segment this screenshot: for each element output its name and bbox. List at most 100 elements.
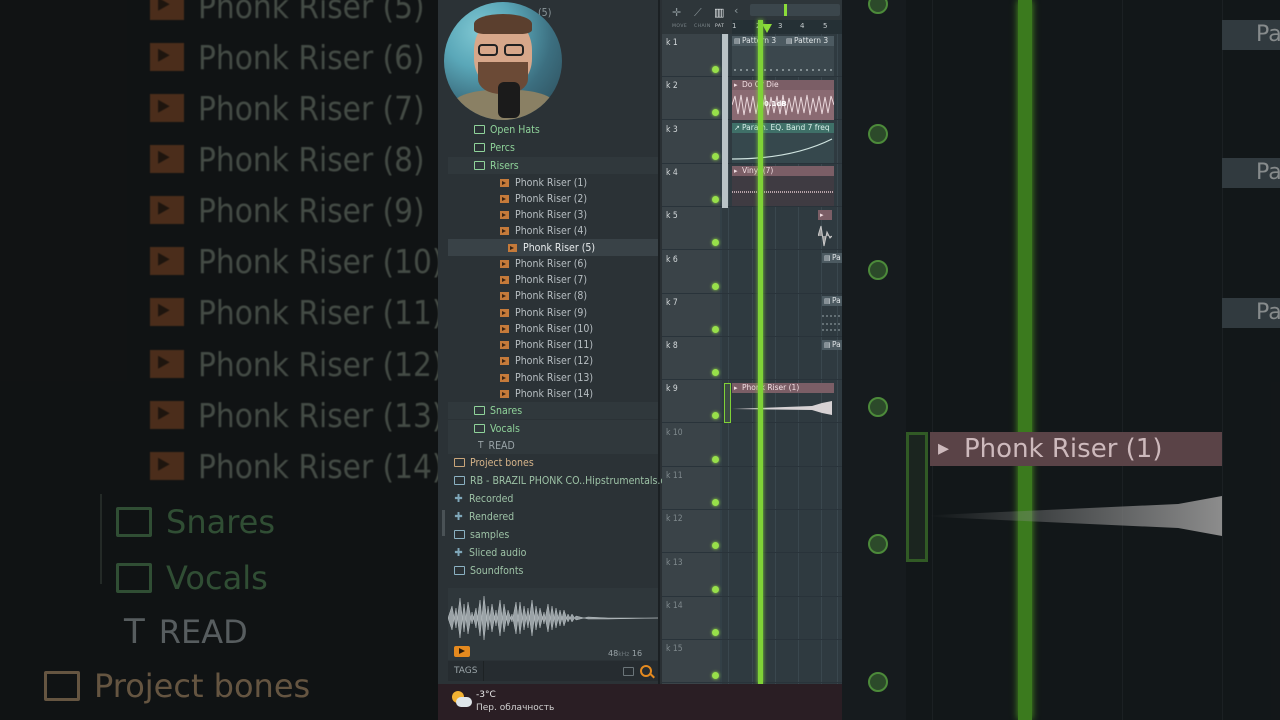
audio-clip-header[interactable]	[818, 210, 832, 220]
riser-file-12[interactable]: Phonk Riser (12)	[448, 352, 658, 369]
track-mute-led[interactable]	[712, 152, 719, 160]
riser-file-5-selected[interactable]: Phonk Riser (5)	[448, 239, 658, 256]
pattern-clip-header[interactable]: Pa	[822, 253, 842, 263]
track-mute-led[interactable]	[712, 455, 719, 463]
folder-snares[interactable]: Snares	[448, 402, 658, 419]
pattern-clip-body[interactable]	[732, 46, 834, 76]
track-mute-led[interactable]	[712, 239, 719, 247]
riser-file-1[interactable]: Phonk Riser (1)	[448, 174, 658, 191]
audio-clip-header[interactable]: Vinyl (7)	[732, 166, 834, 176]
track-mute-led[interactable]	[712, 282, 719, 290]
riser-file-4[interactable]: Phonk Riser (4)	[448, 222, 658, 239]
riser-file-10[interactable]: Phonk Riser (10)	[448, 320, 658, 337]
track-mute-led[interactable]	[712, 412, 719, 420]
pattern-clip-header[interactable]: Pattern 3	[784, 36, 834, 46]
riser-file-8[interactable]: Phonk Riser (8)	[448, 287, 658, 304]
track-lane[interactable]: k 14	[662, 597, 842, 640]
track-mute-led[interactable]	[712, 195, 719, 203]
folder-risers[interactable]: Risers	[448, 157, 658, 174]
pattern-clip-header[interactable]: Pa	[822, 340, 842, 350]
folder-icon[interactable]	[623, 666, 634, 676]
timeline-ruler[interactable]: 1 2 3 4 5	[732, 20, 842, 34]
automation-clip-header[interactable]: Param. EQ. Band 7 freq	[732, 123, 834, 133]
browser-project-bones[interactable]: Project bones	[448, 454, 658, 471]
riser-file-3[interactable]: Phonk Riser (3)	[448, 206, 658, 223]
track-mute-led[interactable]	[712, 109, 719, 117]
search-icon[interactable]	[640, 665, 652, 677]
folder-label: Snares	[490, 404, 523, 417]
track-name: k 10	[666, 427, 683, 438]
riser-file-13[interactable]: Phonk Riser (13)	[448, 369, 658, 386]
track-lane[interactable]: k 13	[662, 554, 842, 597]
tags-label: TAGS	[448, 661, 485, 681]
browser-recorded[interactable]: ✚ Recorded	[448, 490, 658, 507]
browser-soundfonts[interactable]: Soundfonts	[448, 562, 658, 579]
track-mute-led[interactable]	[712, 66, 719, 73]
browser-rendered[interactable]: ✚ Rendered	[448, 508, 658, 525]
track-mute-led[interactable]	[712, 369, 719, 377]
readme-file[interactable]: T READ	[448, 437, 658, 454]
riser-clip-header[interactable]: Phonk Riser (1)	[732, 383, 834, 393]
track-mute-led[interactable]	[712, 585, 719, 593]
automation-curve	[731, 138, 833, 160]
selection-marker	[722, 34, 728, 208]
browser-scrollbar[interactable]	[442, 510, 445, 536]
file-label: Phonk Riser (4)	[515, 224, 588, 237]
horizontal-scrollbar[interactable]	[750, 4, 840, 16]
file-label: Phonk Riser (9)	[515, 306, 588, 319]
chevron-left-icon[interactable]: ‹	[734, 4, 738, 17]
track-name: k 1	[666, 38, 678, 48]
audio-clip-header[interactable]: Do Or Die	[732, 80, 834, 90]
folder-open-hats[interactable]: Open Hats	[448, 121, 658, 138]
browser-samples[interactable]: samples	[448, 526, 658, 543]
track-name: k 11	[666, 471, 683, 481]
automation-clip-body[interactable]	[731, 133, 834, 163]
riser-file-14[interactable]: Phonk Riser (14)	[448, 385, 658, 402]
browser-brazil-phonk[interactable]: RB - BRAZIL PHONK CO..Hipstrumentals.com…	[448, 472, 684, 489]
track-lane[interactable]: k 8	[662, 337, 842, 381]
audio-clip-body[interactable]	[817, 220, 833, 250]
track-lane[interactable]: k 10	[662, 424, 842, 467]
riser-file-7[interactable]: Phonk Riser (7)	[448, 271, 658, 288]
clip-label: Phonk Riser (1)	[742, 383, 800, 392]
riser-file-6[interactable]: Phonk Riser (6)	[448, 255, 658, 272]
top-folder-label: samples	[470, 528, 510, 541]
folder-vocals[interactable]: Vocals	[448, 420, 658, 437]
chain-tool-icon[interactable]: ⟋	[694, 6, 702, 20]
move-tool-icon[interactable]: ✛	[672, 6, 681, 19]
playhead-marker[interactable]	[762, 24, 772, 33]
preview-play-button[interactable]	[454, 646, 470, 657]
track-lane[interactable]: k 12	[662, 510, 842, 554]
audio-clip-body[interactable]	[732, 176, 834, 206]
riser-clip-body[interactable]	[732, 393, 834, 423]
riser-file-11[interactable]: Phonk Riser (11)	[448, 336, 658, 353]
weather-widget[interactable]: -3°C Пер. облачность	[438, 684, 842, 720]
track-mute-led[interactable]	[712, 542, 719, 550]
top-folder-label: Recorded	[469, 492, 514, 505]
track-lane[interactable]: k 11	[662, 467, 842, 510]
bar-number: 1	[732, 22, 737, 30]
track-lane[interactable]: k 6	[662, 251, 842, 294]
track-lane[interactable]: k 7	[662, 294, 842, 337]
track-mute-led[interactable]	[712, 499, 719, 506]
webcam-hair	[474, 14, 532, 34]
microphone-icon	[498, 82, 520, 118]
tags-bar: TAGS	[448, 661, 658, 681]
clip-selection-edge[interactable]	[724, 383, 731, 423]
track-mute-led[interactable]	[712, 672, 719, 680]
folder-percs[interactable]: Percs	[448, 139, 658, 156]
audio-file-icon	[500, 389, 509, 398]
track-mute-led[interactable]	[712, 628, 719, 636]
track-lane[interactable]: k 5	[662, 207, 842, 251]
tags-input[interactable]	[484, 661, 623, 681]
riser-file-2[interactable]: Phonk Riser (2)	[448, 190, 658, 207]
browser-sliced-audio[interactable]: ✚ Sliced audio	[448, 544, 658, 561]
pattern-clip-header[interactable]: Pa	[822, 296, 842, 306]
riser-file-9[interactable]: Phonk Riser (9)	[448, 304, 658, 321]
pattern-clip-body[interactable]	[822, 306, 842, 336]
track-lane[interactable]: k 15	[662, 640, 842, 684]
bit-depth-value: 16	[631, 649, 643, 658]
piano-pattern-icon[interactable]: ▥	[714, 6, 724, 19]
audio-file-icon	[500, 340, 509, 349]
track-mute-led[interactable]	[712, 325, 719, 333]
